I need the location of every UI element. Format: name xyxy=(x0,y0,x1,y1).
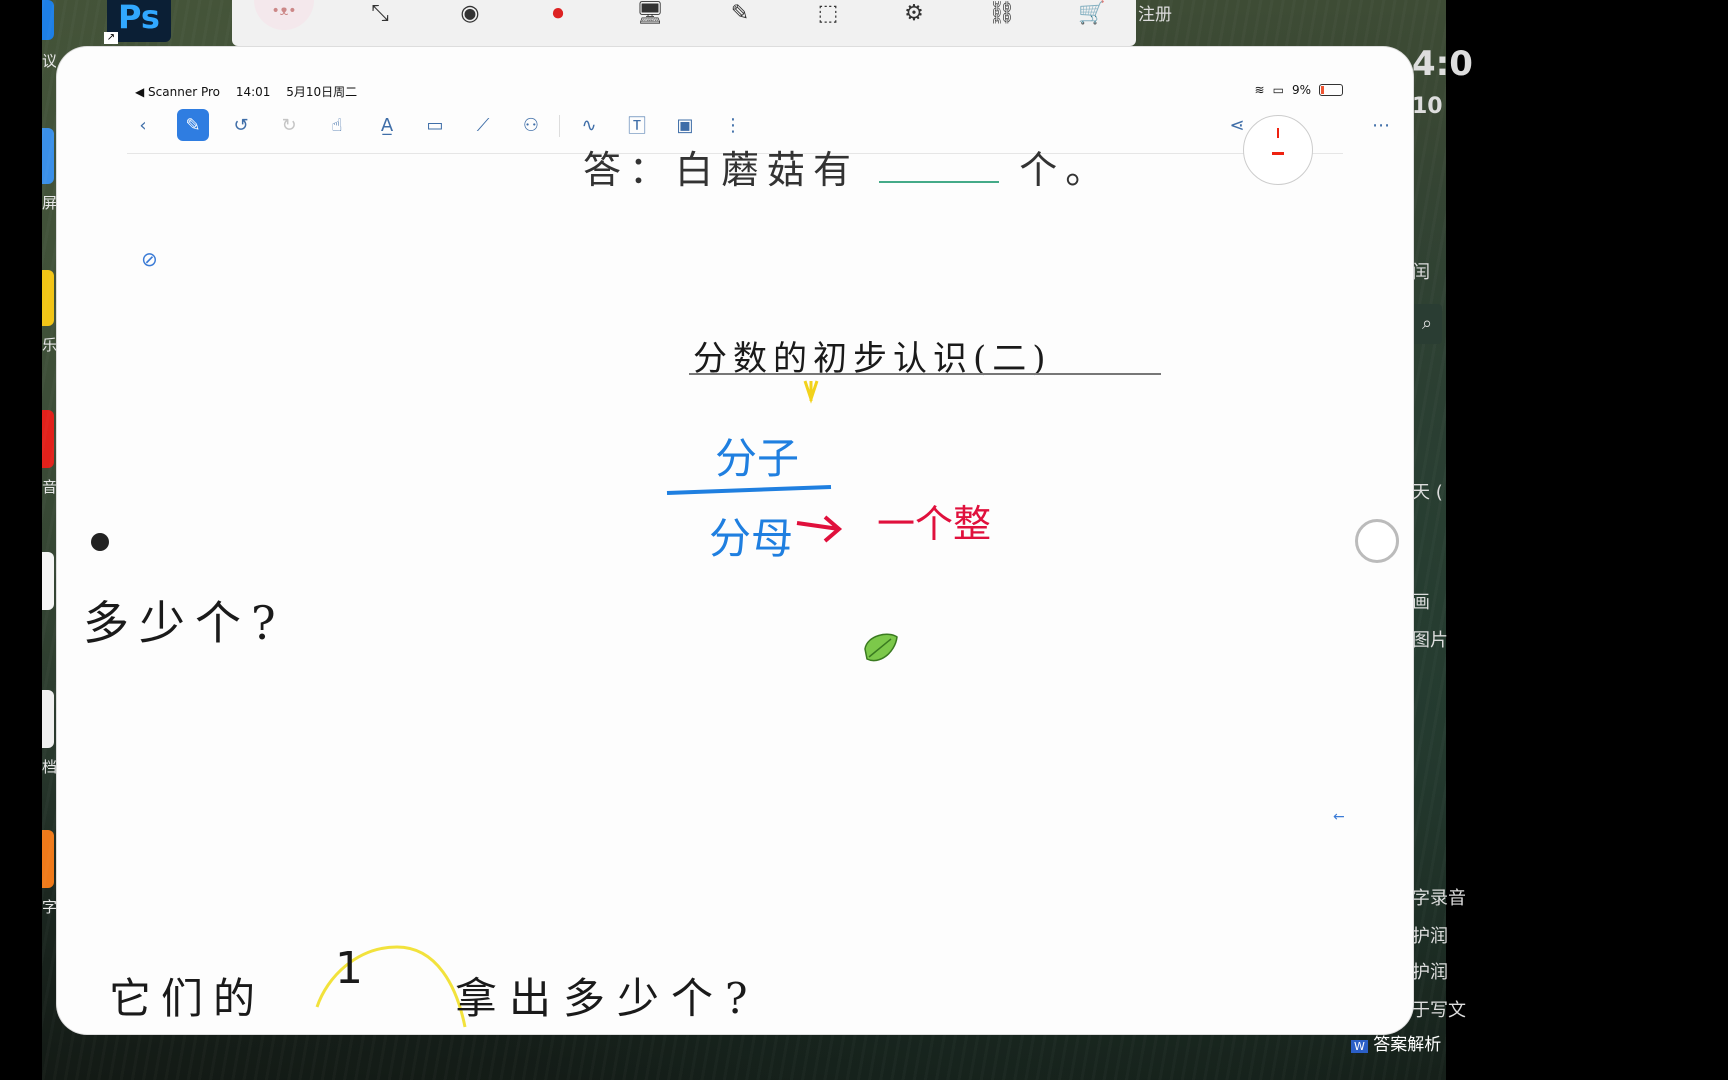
bottom-fragment-right: 拿出多少个? xyxy=(455,974,760,1023)
leaf-icon[interactable] xyxy=(861,629,901,673)
route-icon[interactable]: ⛓ xyxy=(982,0,1022,26)
denominator-label: 分母 xyxy=(709,514,794,563)
dock-app-icon[interactable] xyxy=(42,0,54,40)
widget-text: 图片 xyxy=(1412,630,1448,651)
numerator-label: 分子 xyxy=(715,434,800,483)
assistive-touch-button[interactable] xyxy=(1355,519,1399,563)
dock-label: 议 xyxy=(42,52,56,70)
dock-app-icon[interactable] xyxy=(42,410,54,468)
dock-app-icon[interactable] xyxy=(42,690,54,748)
left-arrow-icon[interactable]: ← xyxy=(1333,809,1345,825)
search-icon[interactable]: ⌕ xyxy=(1412,304,1442,344)
toolbar-trailing-text[interactable]: 注册 xyxy=(1138,0,1172,25)
dock-app-icon[interactable] xyxy=(42,552,54,610)
collapse-icon[interactable]: ⤡ xyxy=(360,0,400,26)
dock-label: 屏 xyxy=(42,194,56,212)
region-select-icon[interactable]: ⬚ xyxy=(808,0,848,26)
dock-label: 档 xyxy=(42,758,56,776)
widget-text: 于写文 xyxy=(1412,1000,1466,1021)
cart-icon[interactable]: 🛒 xyxy=(1072,0,1112,26)
dock-label: 音乐 xyxy=(42,478,56,496)
word-doc-icon: W xyxy=(1351,1040,1368,1053)
widget-text: 画 xyxy=(1412,592,1430,613)
red-arrow xyxy=(796,515,843,543)
clock-fragment: 4:0 xyxy=(1412,44,1473,84)
widget-text: 护润 xyxy=(1412,926,1448,947)
monitor-icon[interactable]: 🖥 xyxy=(630,0,670,26)
pen-draw-icon[interactable]: ✎ xyxy=(720,0,760,26)
settings-icon[interactable]: ⚙ xyxy=(894,0,934,26)
bottom-fraction-numerator: 1 xyxy=(335,943,363,994)
dock-label: 字 xyxy=(42,898,56,916)
date-fragment: 10 xyxy=(1412,94,1443,119)
dock-app-icon[interactable] xyxy=(42,128,54,184)
left-dock: 议 屏 乐 音乐 档 字 xyxy=(42,0,56,1000)
denominator-note: 一个整 xyxy=(877,502,992,546)
ipad-window: ◀ Scanner Pro 14:01 5月10日周二 ≋ ▭ 9% ‹ ✎ ↺… xyxy=(57,47,1413,1034)
fraction-bar xyxy=(666,485,832,495)
camera-icon[interactable]: ◉ xyxy=(450,0,490,26)
widget-text: 闰 xyxy=(1412,262,1430,283)
shortcut-arrow-icon: ↗ xyxy=(104,32,118,44)
dock-label: 乐 xyxy=(42,336,56,354)
bottom-fragment-left: 它们的 xyxy=(109,974,266,1023)
yellow-arrow xyxy=(803,380,819,404)
dock-app-icon[interactable] xyxy=(42,830,54,888)
left-question-fragment: 多少个? xyxy=(83,596,286,650)
right-desktop-strip: 4:0 10 闰 ⌕ 天 ( 画 图片 字录音 护润 护润 于写文 xyxy=(1410,0,1473,1080)
widget-text: 字录音 xyxy=(1412,888,1466,909)
widget-text: 天 ( xyxy=(1412,482,1443,503)
record-icon[interactable]: ⏺ xyxy=(538,0,578,26)
page-dot xyxy=(91,533,109,551)
widget-text: 护润 xyxy=(1412,962,1448,983)
dock-app-icon[interactable] xyxy=(42,270,54,326)
